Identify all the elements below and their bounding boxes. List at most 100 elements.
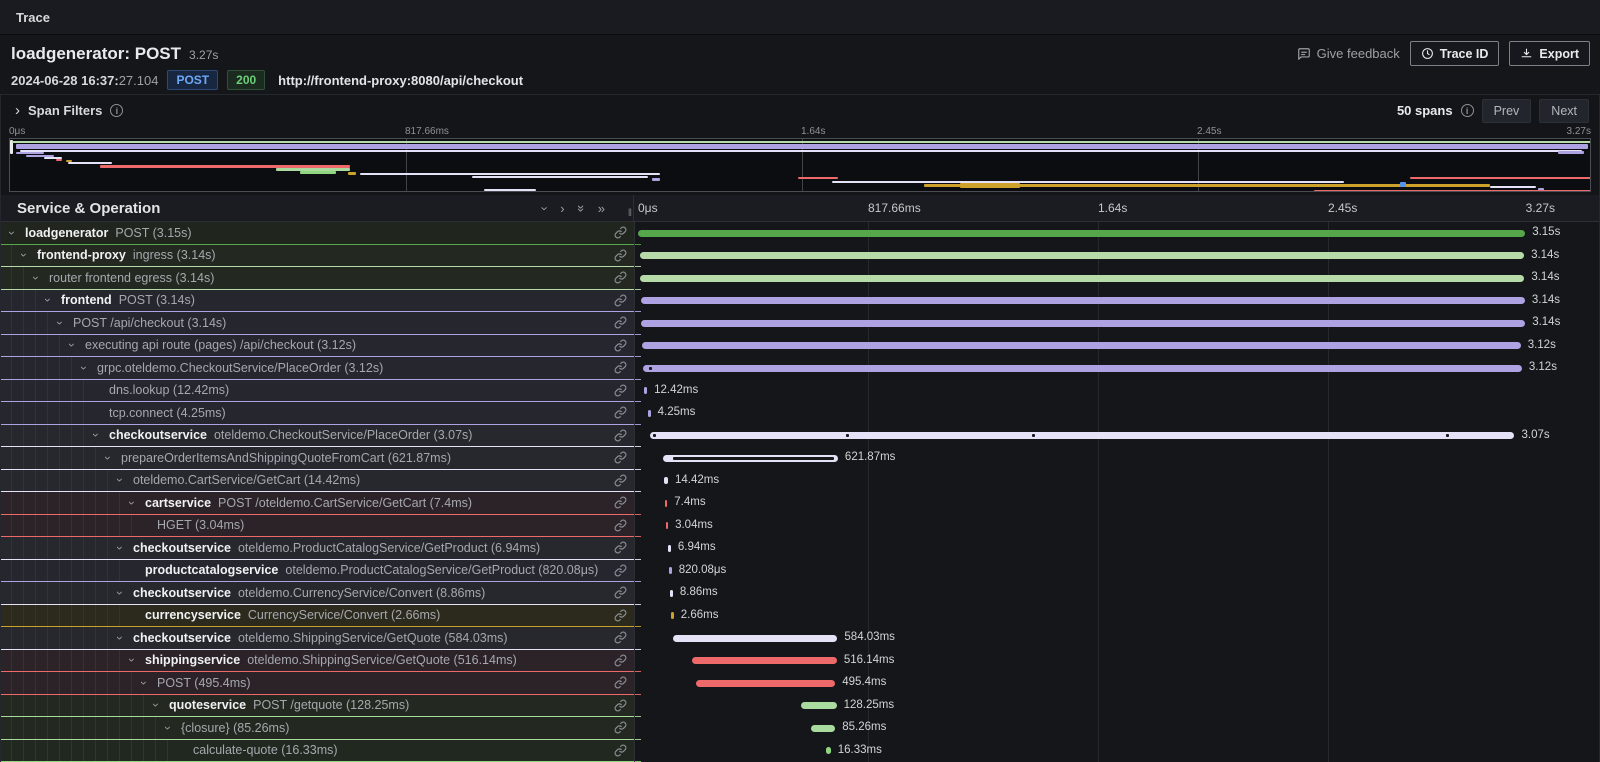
prev-button[interactable]: Prev bbox=[1482, 99, 1532, 123]
chevron-down-icon[interactable]: › bbox=[65, 340, 79, 350]
span-bar-cell[interactable]: 3.15s bbox=[634, 222, 1599, 245]
link-icon[interactable] bbox=[614, 226, 627, 244]
chevron-down-icon[interactable]: › bbox=[41, 295, 55, 305]
span-bar[interactable] bbox=[640, 275, 1524, 282]
link-icon[interactable] bbox=[614, 294, 627, 312]
span-bar[interactable] bbox=[641, 320, 1525, 327]
link-icon[interactable] bbox=[614, 744, 627, 762]
span-bar-cell[interactable]: 12.42ms bbox=[634, 380, 1599, 403]
span-bar-cell[interactable]: 3.12s bbox=[634, 335, 1599, 358]
chevron-right-icon[interactable]: › bbox=[15, 103, 20, 118]
span-row[interactable]: › frontend-proxyingress (3.14s) 3.14s bbox=[1, 245, 1599, 268]
span-name-cell[interactable]: › loadgeneratorPOST (3.15s) bbox=[1, 222, 634, 245]
span-bar-cell[interactable]: 495.4ms bbox=[634, 672, 1599, 695]
span-name-cell[interactable]: › cartservicePOST /oteldemo.CartService/… bbox=[1, 492, 634, 515]
collapse-all-icon[interactable]: » bbox=[575, 204, 588, 211]
span-name-cell[interactable]: › oteldemo.CartService/GetCart (14.42ms) bbox=[1, 470, 634, 493]
span-bar-cell[interactable]: 128.25ms bbox=[634, 695, 1599, 718]
chevron-down-icon[interactable]: › bbox=[29, 273, 43, 283]
pane-divider[interactable] bbox=[634, 222, 635, 762]
span-row[interactable]: › checkoutserviceoteldemo.CurrencyServic… bbox=[1, 582, 1599, 605]
span-bar[interactable] bbox=[673, 635, 837, 642]
span-row[interactable]: › {closure} (85.26ms) 85.26ms bbox=[1, 717, 1599, 740]
link-icon[interactable] bbox=[614, 676, 627, 694]
span-row[interactable]: › POST /api/checkout (3.14s) 3.14s bbox=[1, 312, 1599, 335]
link-icon[interactable] bbox=[614, 384, 627, 402]
span-name-cell[interactable]: › HGET (3.04ms) bbox=[1, 515, 634, 538]
span-row[interactable]: › shippingserviceoteldemo.ShippingServic… bbox=[1, 650, 1599, 673]
span-name-cell[interactable]: › prepareOrderItemsAndShippingQuoteFromC… bbox=[1, 447, 634, 470]
span-name-cell[interactable]: › grpc.oteldemo.CheckoutService/PlaceOrd… bbox=[1, 357, 634, 380]
span-row[interactable]: › HGET (3.04ms) 3.04ms bbox=[1, 515, 1599, 538]
export-button[interactable]: Export bbox=[1509, 41, 1590, 66]
span-bar[interactable] bbox=[666, 522, 669, 529]
span-bar-cell[interactable]: 3.12s bbox=[634, 357, 1599, 380]
trace-minimap[interactable] bbox=[9, 138, 1591, 192]
span-bar-cell[interactable]: 8.86ms bbox=[634, 582, 1599, 605]
chevron-down-icon[interactable]: › bbox=[125, 498, 139, 508]
span-bar-cell[interactable]: 16.33ms bbox=[634, 740, 1599, 762]
span-name-cell[interactable]: › currencyserviceCurrencyService/Convert… bbox=[1, 605, 634, 628]
span-bar[interactable] bbox=[650, 432, 1515, 439]
link-icon[interactable] bbox=[614, 699, 627, 717]
link-icon[interactable] bbox=[614, 474, 627, 492]
span-bar[interactable] bbox=[641, 297, 1525, 304]
span-bar[interactable] bbox=[801, 702, 837, 709]
chevron-down-icon[interactable]: › bbox=[149, 700, 163, 710]
link-icon[interactable] bbox=[614, 271, 627, 289]
span-name-cell[interactable]: › POST /api/checkout (3.14s) bbox=[1, 312, 634, 335]
span-name-cell[interactable]: › {closure} (85.26ms) bbox=[1, 717, 634, 740]
span-row[interactable]: › executing api route (pages) /api/check… bbox=[1, 335, 1599, 358]
span-row[interactable]: › checkoutserviceoteldemo.ShippingServic… bbox=[1, 627, 1599, 650]
pane-resize-handle[interactable]: ‖ bbox=[628, 208, 632, 219]
chevron-down-icon[interactable]: › bbox=[89, 430, 103, 440]
span-bar-cell[interactable]: 584.03ms bbox=[634, 627, 1599, 650]
span-bar-cell[interactable]: 2.66ms bbox=[634, 605, 1599, 628]
link-icon[interactable] bbox=[614, 249, 627, 267]
span-bar-cell[interactable]: 85.26ms bbox=[634, 717, 1599, 740]
span-bar[interactable] bbox=[644, 387, 647, 394]
span-row[interactable]: › quoteservicePOST /getquote (128.25ms) … bbox=[1, 695, 1599, 718]
span-bar[interactable] bbox=[663, 455, 838, 462]
span-name-cell[interactable]: › frontend-proxyingress (3.14s) bbox=[1, 245, 634, 268]
link-icon[interactable] bbox=[614, 541, 627, 559]
collapse-one-icon[interactable]: › bbox=[539, 206, 552, 210]
span-name-cell[interactable]: › productcatalogserviceoteldemo.ProductC… bbox=[1, 560, 634, 583]
span-bar[interactable] bbox=[643, 365, 1522, 372]
link-icon[interactable] bbox=[614, 564, 627, 582]
expand-all-icon[interactable]: » bbox=[598, 202, 605, 215]
link-icon[interactable] bbox=[614, 586, 627, 604]
link-icon[interactable] bbox=[614, 496, 627, 514]
span-name-cell[interactable]: › calculate-quote (16.33ms) bbox=[1, 740, 634, 762]
span-bar[interactable] bbox=[642, 342, 1521, 349]
span-row[interactable]: › checkoutserviceoteldemo.ProductCatalog… bbox=[1, 537, 1599, 560]
span-row[interactable]: › prepareOrderItemsAndShippingQuoteFromC… bbox=[1, 447, 1599, 470]
span-bar-cell[interactable]: 3.14s bbox=[634, 245, 1599, 268]
span-name-cell[interactable]: › dns.lookup (12.42ms) bbox=[1, 380, 634, 403]
span-bar-cell[interactable]: 6.94ms bbox=[634, 537, 1599, 560]
span-bar-cell[interactable]: 3.14s bbox=[634, 290, 1599, 313]
span-bar[interactable] bbox=[692, 657, 837, 664]
span-bar-cell[interactable]: 4.25ms bbox=[634, 402, 1599, 425]
span-bar-cell[interactable]: 621.87ms bbox=[634, 447, 1599, 470]
span-name-cell[interactable]: › checkoutserviceoteldemo.ShippingServic… bbox=[1, 627, 634, 650]
link-icon[interactable] bbox=[614, 631, 627, 649]
link-icon[interactable] bbox=[614, 361, 627, 379]
span-filters-toggle[interactable]: › Span Filters i bbox=[15, 103, 123, 118]
span-bar-cell[interactable]: 3.04ms bbox=[634, 515, 1599, 538]
span-bar[interactable] bbox=[811, 725, 835, 732]
span-bar-cell[interactable]: 820.08μs bbox=[634, 560, 1599, 583]
span-name-cell[interactable]: › router frontend egress (3.14s) bbox=[1, 267, 634, 290]
span-row[interactable]: › grpc.oteldemo.CheckoutService/PlaceOrd… bbox=[1, 357, 1599, 380]
chevron-down-icon[interactable]: › bbox=[113, 475, 127, 485]
span-bar[interactable] bbox=[669, 567, 672, 574]
trace-id-button[interactable]: Trace ID bbox=[1410, 41, 1500, 66]
link-icon[interactable] bbox=[614, 721, 627, 739]
span-name-cell[interactable]: › checkoutserviceoteldemo.CurrencyServic… bbox=[1, 582, 634, 605]
span-bar[interactable] bbox=[670, 590, 673, 597]
span-name-cell[interactable]: › tcp.connect (4.25ms) bbox=[1, 402, 634, 425]
span-row[interactable]: › oteldemo.CartService/GetCart (14.42ms)… bbox=[1, 470, 1599, 493]
span-bar[interactable] bbox=[648, 410, 651, 417]
link-icon[interactable] bbox=[614, 451, 627, 469]
span-bar-cell[interactable]: 3.14s bbox=[634, 312, 1599, 335]
